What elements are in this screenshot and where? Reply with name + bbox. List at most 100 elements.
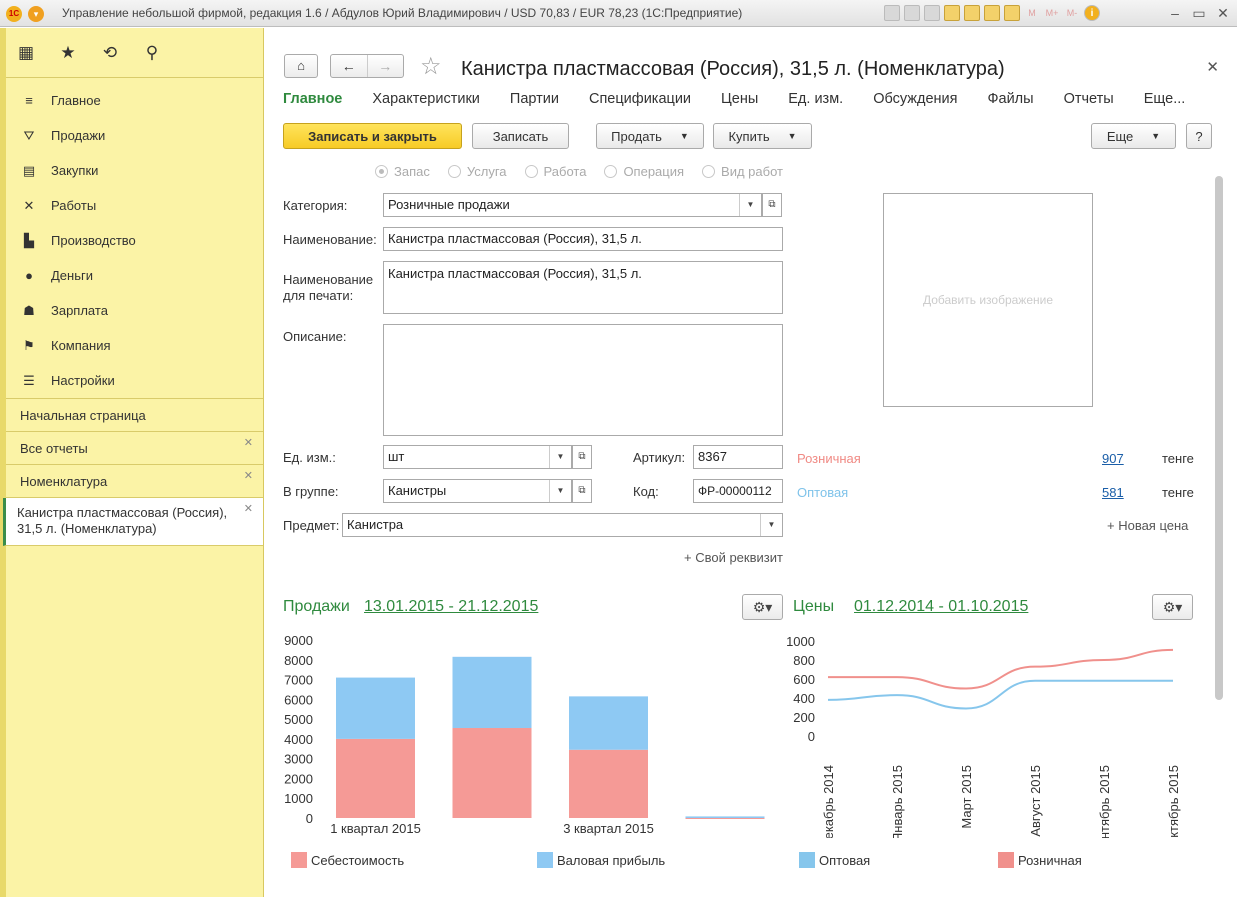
close-window-icon[interactable]: ✕ [1213, 3, 1233, 23]
bar [336, 738, 415, 818]
tab-specifications[interactable]: Спецификации [589, 91, 691, 107]
tab-files[interactable]: Файлы [987, 91, 1033, 107]
save-icon[interactable] [884, 5, 900, 21]
unit-field[interactable]: шт ▼ [383, 445, 572, 469]
bar [685, 816, 765, 818]
save-and-close-button[interactable]: Записать и закрыть [283, 123, 462, 149]
subject-field[interactable]: Канистра ▼ [342, 513, 783, 537]
radio-work[interactable]: Работа [524, 164, 586, 179]
group-field[interactable]: Канистры ▼ [383, 479, 572, 503]
tab-reports[interactable]: Отчеты [1064, 91, 1114, 107]
tab-main[interactable]: Главное [283, 91, 342, 107]
name-input[interactable]: Канистра пластмассовая (Россия), 31,5 л. [383, 227, 783, 251]
tab-prices[interactable]: Цены [721, 91, 758, 107]
section-settings[interactable]: ☰ Настройки [6, 363, 263, 398]
section-main[interactable]: ≡ Главное [6, 83, 263, 118]
history-icon[interactable]: ⟲ [100, 43, 120, 63]
search-icon[interactable]: ⚲ [142, 43, 162, 63]
tab-discussions[interactable]: Обсуждения [873, 91, 957, 107]
open-window-home[interactable]: Начальная страница [6, 399, 263, 432]
all-functions-icon[interactable]: ▦ [16, 43, 36, 63]
item-image-area[interactable]: Добавить изображение [883, 193, 1093, 407]
save-button[interactable]: Записать [472, 123, 569, 149]
calendar-icon[interactable] [1004, 5, 1020, 21]
section-salary[interactable]: ☗ Зарплата [6, 293, 263, 328]
x-category-label: Декабрь 2014 [821, 765, 836, 838]
section-purchases[interactable]: ▤ Закупки [6, 153, 263, 188]
sales-period-link[interactable]: 13.01.2015 - 21.12.2015 [364, 598, 538, 616]
main-menu-icon[interactable]: ▾ [28, 6, 44, 22]
favorites-icon[interactable] [964, 5, 980, 21]
maximize-icon[interactable]: ▭ [1189, 3, 1209, 23]
radio-service[interactable]: Услуга [447, 164, 507, 179]
close-tab-icon[interactable]: ✕ [244, 469, 253, 482]
price-value-wholesale[interactable]: 581 [1102, 485, 1124, 500]
section-company[interactable]: ⚑ Компания [6, 328, 263, 363]
minimize-icon[interactable]: – [1165, 3, 1185, 23]
open-icon[interactable]: ⧉ [572, 479, 592, 503]
code-input[interactable]: ФР-00000112 [693, 479, 783, 503]
dropdown-arrow-icon[interactable]: ▼ [549, 480, 571, 502]
memory-plus-icon[interactable]: M+ [1044, 5, 1060, 21]
close-form-icon[interactable]: ✕ [1206, 58, 1219, 76]
y-tick-label: 0 [306, 811, 313, 826]
more-button[interactable]: Еще ▼ [1091, 123, 1176, 149]
cart-icon: ▤ [22, 162, 36, 178]
dropdown-arrow-icon[interactable]: ▼ [739, 194, 761, 216]
name-label: Наименование: [283, 232, 377, 247]
close-tab-icon[interactable]: ✕ [244, 502, 253, 515]
prices-period-link[interactable]: 01.12.2014 - 01.10.2015 [854, 598, 1028, 616]
info-icon[interactable]: i [1084, 5, 1100, 21]
print-icon[interactable] [904, 5, 920, 21]
gear-icon: ⚙▾ [752, 599, 773, 615]
radio-stock[interactable]: Запас [375, 164, 430, 179]
section-production[interactable]: ▙ Производство [6, 223, 263, 258]
prices-chart-settings-button[interactable]: ⚙▾ [1152, 594, 1193, 620]
memory-icon[interactable]: M [1024, 5, 1040, 21]
tab-batches[interactable]: Партии [510, 91, 559, 107]
radio-work-kind[interactable]: Вид работ [702, 164, 783, 179]
tab-more[interactable]: Еще... [1144, 91, 1186, 107]
y-tick-label: 7000 [284, 673, 313, 688]
vertical-scrollbar[interactable] [1215, 176, 1223, 700]
tab-characteristics[interactable]: Характеристики [372, 91, 480, 107]
add-image-text: Добавить изображение [922, 293, 1054, 307]
category-field[interactable]: Розничные продажи ▼ [383, 193, 762, 217]
dropdown-arrow-icon[interactable]: ▼ [760, 514, 782, 536]
favorite-star-icon[interactable]: ☆ [420, 52, 442, 81]
section-sales[interactable]: ⛛ Продажи [6, 118, 263, 153]
favorites-star-icon[interactable]: ★ [58, 43, 78, 63]
sell-button[interactable]: Продать ▼ [596, 123, 704, 149]
open-window-nomenclature[interactable]: Номенклатура ✕ [6, 465, 263, 498]
preview-icon[interactable] [924, 5, 940, 21]
dropdown-arrow-icon[interactable]: ▼ [549, 446, 571, 468]
price-value-retail[interactable]: 907 [1102, 451, 1124, 466]
close-tab-icon[interactable]: ✕ [244, 436, 253, 449]
print-name-textarea[interactable]: Канистра пластмассовая (Россия), 31,5 л. [383, 261, 783, 314]
back-arrow-icon[interactable]: ← [331, 55, 367, 77]
x-category-label: Сентябрь 2015 [1097, 765, 1112, 838]
help-button[interactable]: ? [1186, 123, 1212, 149]
new-price-link[interactable]: + Новая цена [1107, 518, 1188, 533]
article-input[interactable]: 8367 [693, 445, 783, 469]
section-money[interactable]: ● Деньги [6, 258, 263, 293]
radio-operation[interactable]: Операция [604, 164, 684, 179]
add-own-attribute-link[interactable]: + Свой реквизит [684, 550, 783, 565]
basket-icon: ⛛ [23, 127, 35, 143]
memory-minus-icon[interactable]: M- [1064, 5, 1080, 21]
open-window-current[interactable]: Канистра пластмассовая (Россия), 31,5 л.… [3, 498, 263, 546]
forward-arrow-icon[interactable]: → [366, 55, 404, 77]
description-textarea[interactable] [383, 324, 783, 436]
buy-button[interactable]: Купить ▼ [713, 123, 812, 149]
open-icon[interactable]: ⧉ [572, 445, 592, 469]
open-window-all-reports[interactable]: Все отчеты ✕ [6, 432, 263, 465]
section-works[interactable]: ✕ Работы [6, 188, 263, 223]
sales-chart-settings-button[interactable]: ⚙▾ [742, 594, 783, 620]
open-icon[interactable]: ⧉ [762, 193, 782, 217]
calculator-icon[interactable] [984, 5, 1000, 21]
home-button[interactable]: ⌂ [284, 54, 318, 78]
favorites-add-icon[interactable] [944, 5, 960, 21]
tab-units[interactable]: Ед. изм. [788, 91, 843, 107]
form-area: ⌂ ← → ☆ Канистра пластмассовая (Россия),… [265, 28, 1237, 897]
sections-panel: ▦ ★ ⟲ ⚲ ≡ Главное ⛛ Продажи ▤ Закупки ✕ Рабо… [0, 28, 264, 897]
